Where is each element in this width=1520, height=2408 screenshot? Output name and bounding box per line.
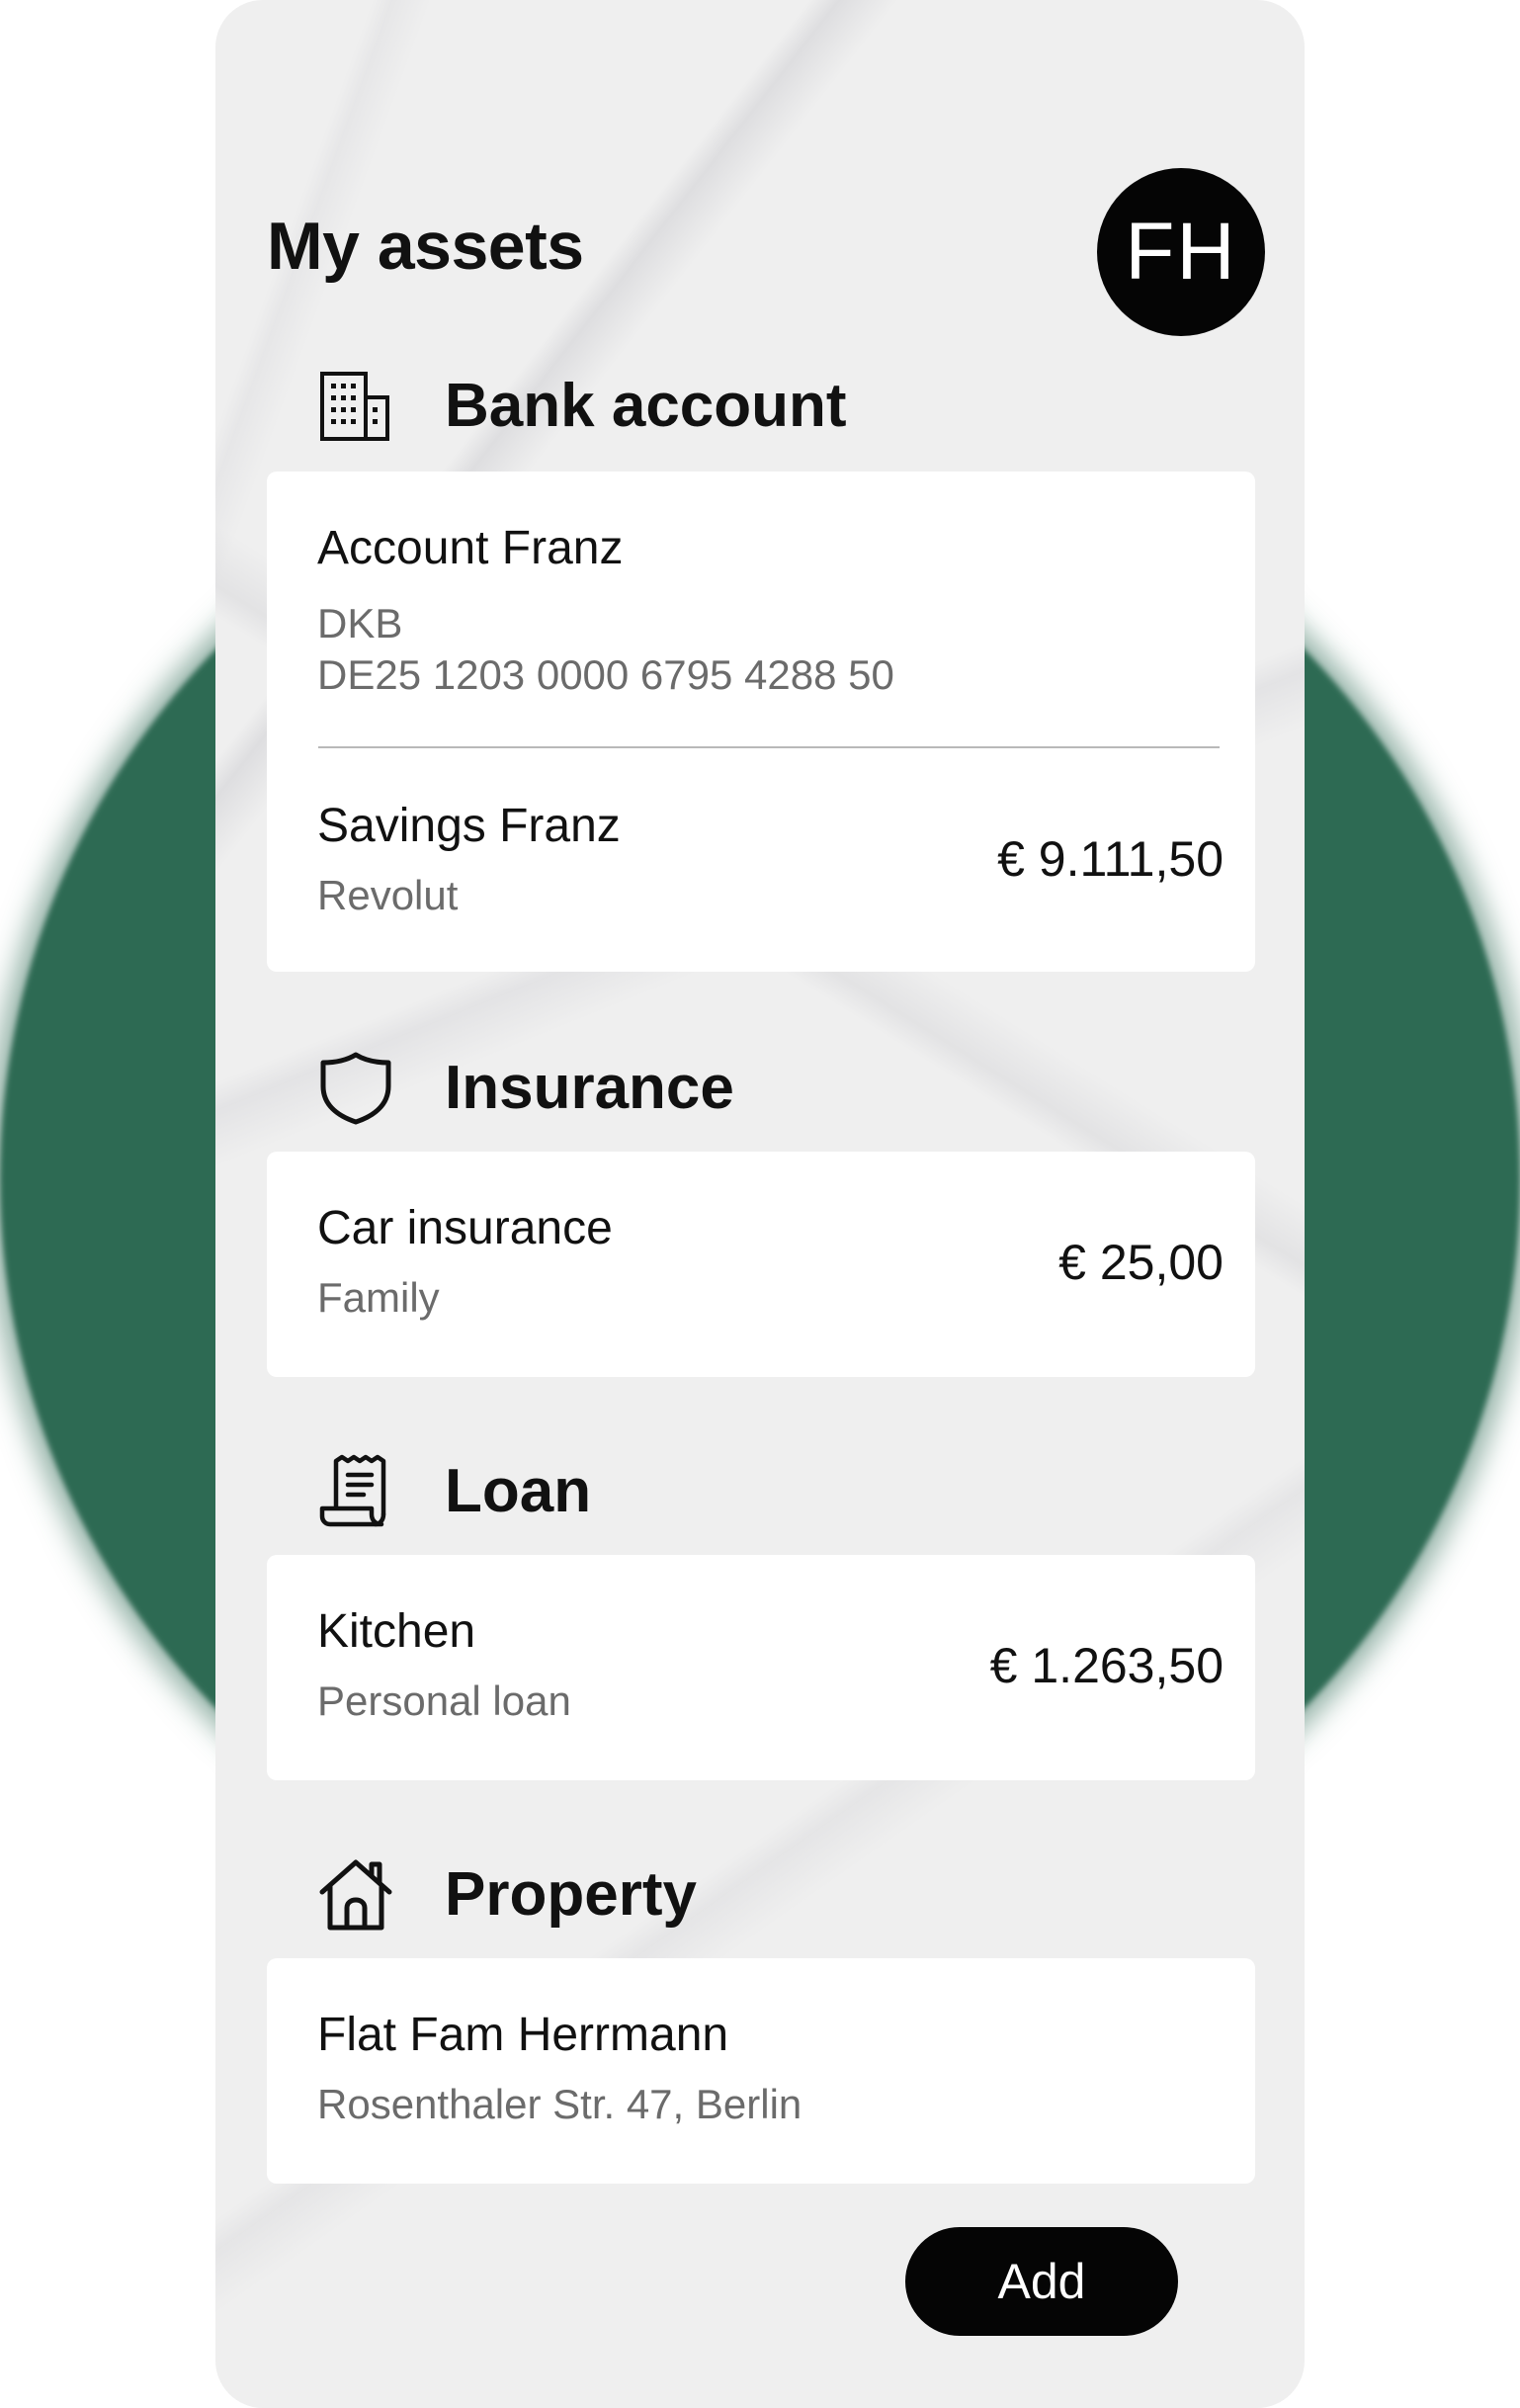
insurance-card: Car insurance Family € 25,00 [267, 1152, 1255, 1377]
loan-card: Kitchen Personal loan € 1.263,50 [267, 1555, 1255, 1780]
list-item-account-franz[interactable]: Account Franz DKB DE25 1203 0000 6795 42… [267, 472, 1255, 748]
item-address: Rosenthaler Str. 47, Berlin [317, 2081, 802, 2127]
section-header-loan: Loan [316, 1446, 591, 1535]
item-amount: € 9.111,50 [997, 831, 1224, 887]
list-item-car-insurance[interactable]: Car insurance Family € 25,00 [267, 1152, 1255, 1377]
item-iban: DE25 1203 0000 6795 4288 50 [317, 651, 894, 698]
receipt-icon [316, 1451, 395, 1530]
list-item-savings-franz[interactable]: Savings Franz Revolut € 9.111,50 [267, 748, 1255, 972]
item-name: Car insurance [317, 1202, 613, 1254]
section-header-insurance: Insurance [316, 1043, 734, 1132]
section-title: Insurance [445, 1053, 734, 1122]
avatar[interactable]: FH [1097, 168, 1265, 336]
bank-account-card: Account Franz DKB DE25 1203 0000 6795 42… [267, 472, 1255, 972]
item-category: Family [317, 1274, 440, 1321]
item-amount: € 25,00 [1058, 1235, 1224, 1290]
shield-icon [316, 1048, 395, 1127]
section-title: Property [445, 1859, 697, 1929]
item-name: Kitchen [317, 1605, 476, 1658]
item-amount: € 1.263,50 [989, 1638, 1224, 1693]
section-title: Bank account [445, 371, 847, 440]
add-button[interactable]: Add [905, 2227, 1178, 2336]
phone-screen: My assets FH Bank account Account Franz … [215, 0, 1305, 2408]
page-title: My assets [267, 209, 584, 284]
item-name: Savings Franz [317, 800, 621, 852]
list-item-flat-fam-herrmann[interactable]: Flat Fam Herrmann Rosenthaler Str. 47, B… [267, 1958, 1255, 2184]
header: My assets FH [267, 168, 1265, 336]
list-item-kitchen[interactable]: Kitchen Personal loan € 1.263,50 [267, 1555, 1255, 1780]
item-name: Flat Fam Herrmann [317, 2009, 729, 2061]
item-name: Account Franz [317, 522, 624, 574]
house-icon [316, 1854, 395, 1934]
section-header-bank-account: Bank account [316, 361, 847, 450]
item-bank-name: Revolut [317, 872, 459, 918]
section-header-property: Property [316, 1849, 697, 1938]
item-category: Personal loan [317, 1677, 571, 1724]
item-bank-name: DKB [317, 600, 403, 646]
property-card: Flat Fam Herrmann Rosenthaler Str. 47, B… [267, 1958, 1255, 2184]
building-icon [316, 366, 395, 445]
section-title: Loan [445, 1456, 592, 1525]
